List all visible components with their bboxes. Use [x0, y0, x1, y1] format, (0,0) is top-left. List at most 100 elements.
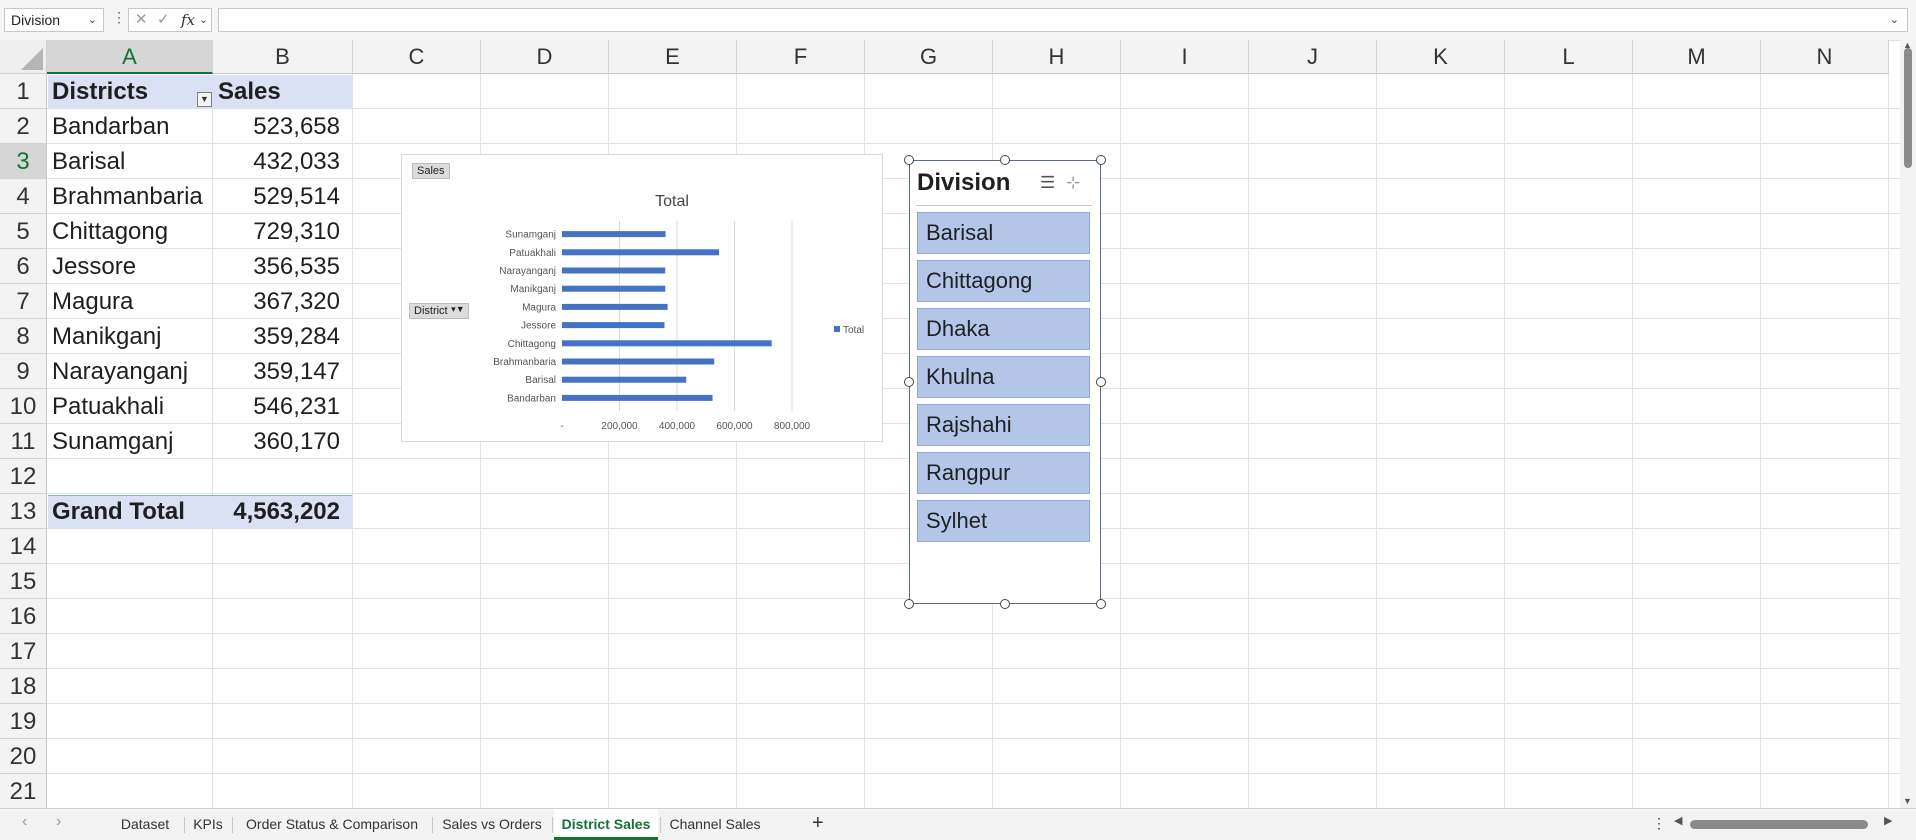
- column-header-e[interactable]: E: [609, 40, 737, 74]
- pivot-chart[interactable]: Sales Total District ▾▼ -200,000 400,000 6…: [401, 154, 883, 442]
- slicer-item-rangpur[interactable]: Rangpur: [917, 452, 1090, 494]
- resize-handle[interactable]: [1096, 599, 1106, 609]
- horizontal-scroll-thumb[interactable]: [1690, 820, 1868, 829]
- column-header-g[interactable]: G: [865, 40, 993, 74]
- resize-handle[interactable]: [1000, 155, 1010, 165]
- column-header-k[interactable]: K: [1377, 40, 1505, 74]
- pivot-sales-cell[interactable]: 529,514: [215, 179, 352, 214]
- select-all-corner[interactable]: [0, 40, 47, 74]
- multi-select-icon[interactable]: ☰: [1040, 173, 1055, 193]
- chevron-down-icon[interactable]: ⌄: [199, 9, 208, 31]
- pivot-sales-cell[interactable]: 523,658: [215, 109, 352, 144]
- pivot-district-cell[interactable]: Patuakhali: [47, 389, 214, 424]
- row-header-10[interactable]: 10: [0, 389, 47, 424]
- column-header-b[interactable]: B: [213, 40, 353, 74]
- next-sheet-icon[interactable]: ›: [56, 813, 61, 831]
- pivot-district-cell[interactable]: Magura: [47, 284, 214, 319]
- column-header-i[interactable]: I: [1121, 40, 1249, 74]
- scroll-down-icon[interactable]: ▼: [1903, 796, 1912, 806]
- pivot-district-cell[interactable]: Manikganj: [47, 319, 214, 354]
- pivot-district-cell[interactable]: Brahmanbaria: [47, 179, 214, 214]
- row-header-8[interactable]: 8: [0, 319, 47, 354]
- resize-handle[interactable]: [1096, 155, 1106, 165]
- row-header-2[interactable]: 2: [0, 109, 47, 144]
- row-header-9[interactable]: 9: [0, 354, 47, 389]
- column-header-a[interactable]: A: [47, 40, 213, 74]
- grand-total-label[interactable]: Grand Total: [47, 494, 214, 529]
- sheet-tab-order-status-comparison[interactable]: Order Status & Comparison: [234, 809, 430, 840]
- pivot-sales-cell[interactable]: 360,170: [215, 424, 352, 459]
- scroll-left-icon[interactable]: ◀: [1674, 814, 1682, 827]
- pivot-district-cell[interactable]: Jessore: [47, 249, 214, 284]
- column-header-m[interactable]: M: [1633, 40, 1761, 74]
- sheet-tab-sales-vs-orders[interactable]: Sales vs Orders: [434, 809, 550, 840]
- resize-handle[interactable]: [1096, 377, 1106, 387]
- sheet-tab-dataset[interactable]: Dataset: [108, 809, 182, 840]
- row-header-6[interactable]: 6: [0, 249, 47, 284]
- name-box[interactable]: Division ⌄: [4, 8, 104, 32]
- row-header-21[interactable]: 21: [0, 774, 47, 808]
- column-header-h[interactable]: H: [993, 40, 1121, 74]
- chevron-down-icon[interactable]: ⌄: [88, 9, 97, 31]
- row-header-7[interactable]: 7: [0, 284, 47, 319]
- clear-filter-icon[interactable]: ⊹: [1066, 173, 1080, 193]
- pivot-district-cell[interactable]: Bandarban: [47, 109, 214, 144]
- pivot-district-cell[interactable]: Barisal: [47, 144, 214, 179]
- row-header-17[interactable]: 17: [0, 634, 47, 669]
- row-header-5[interactable]: 5: [0, 214, 47, 249]
- pivot-sales-cell[interactable]: 359,147: [215, 354, 352, 389]
- row-header-1[interactable]: 1: [0, 74, 47, 109]
- insert-function-button[interactable]: fx: [181, 9, 195, 31]
- add-sheet-button[interactable]: +: [812, 812, 824, 835]
- pivot-header-districts[interactable]: Districts: [47, 74, 214, 109]
- column-header-f[interactable]: F: [737, 40, 865, 74]
- pivot-sales-cell[interactable]: 359,284: [215, 319, 352, 354]
- slicer-item-rajshahi[interactable]: Rajshahi: [917, 404, 1090, 446]
- slicer-item-khulna[interactable]: Khulna: [917, 356, 1090, 398]
- pivot-sales-cell[interactable]: 546,231: [215, 389, 352, 424]
- cancel-icon[interactable]: ✕: [135, 9, 148, 31]
- grand-total-value[interactable]: 4,563,202: [215, 494, 352, 529]
- row-header-11[interactable]: 11: [0, 424, 47, 459]
- row-header-15[interactable]: 15: [0, 564, 47, 599]
- resize-handle[interactable]: [1000, 599, 1010, 609]
- row-header-3[interactable]: 3: [0, 144, 47, 179]
- resize-handle[interactable]: [904, 155, 914, 165]
- column-header-c[interactable]: C: [353, 40, 481, 74]
- division-slicer[interactable]: Division ☰ ⊹ Barisal Chittagong Dhaka Khuln…: [909, 160, 1101, 604]
- pivot-sales-cell[interactable]: 356,535: [215, 249, 352, 284]
- row-header-14[interactable]: 14: [0, 529, 47, 564]
- slicer-item-chittagong[interactable]: Chittagong: [917, 260, 1090, 302]
- vertical-scrollbar[interactable]: ▲ ▼: [1900, 40, 1916, 808]
- pivot-district-cell[interactable]: Sunamganj: [47, 424, 214, 459]
- slicer-item-barisal[interactable]: Barisal: [917, 212, 1090, 254]
- scroll-right-icon[interactable]: ▶: [1884, 814, 1892, 827]
- pivot-district-cell[interactable]: Chittagong: [47, 214, 214, 249]
- resize-handle[interactable]: [904, 377, 914, 387]
- row-header-20[interactable]: 20: [0, 739, 47, 774]
- more-options-icon[interactable]: ⋮: [112, 9, 126, 26]
- column-header-j[interactable]: J: [1249, 40, 1377, 74]
- row-header-4[interactable]: 4: [0, 179, 47, 214]
- column-header-n[interactable]: N: [1761, 40, 1889, 74]
- row-header-16[interactable]: 16: [0, 599, 47, 634]
- column-header-l[interactable]: L: [1505, 40, 1633, 74]
- expand-formula-icon[interactable]: ⌄: [1890, 13, 1899, 26]
- pivot-sales-cell[interactable]: 432,033: [215, 144, 352, 179]
- row-header-12[interactable]: 12: [0, 459, 47, 494]
- row-header-19[interactable]: 19: [0, 704, 47, 739]
- pivot-sales-cell[interactable]: 729,310: [215, 214, 352, 249]
- sheet-tab-channel-sales[interactable]: Channel Sales: [662, 809, 768, 840]
- resize-handle[interactable]: [904, 599, 914, 609]
- row-header-18[interactable]: 18: [0, 669, 47, 704]
- pivot-district-cell[interactable]: Narayanganj: [47, 354, 214, 389]
- slicer-item-sylhet[interactable]: Sylhet: [917, 500, 1090, 542]
- enter-icon[interactable]: ✓: [157, 9, 170, 31]
- sheet-tab-kpis[interactable]: KPIs: [186, 809, 230, 840]
- formula-input[interactable]: ⌄: [218, 8, 1908, 32]
- vertical-scroll-thumb[interactable]: [1904, 48, 1912, 168]
- filter-dropdown-icon[interactable]: ▼: [197, 92, 212, 107]
- row-header-13[interactable]: 13: [0, 494, 47, 529]
- slicer-item-dhaka[interactable]: Dhaka: [917, 308, 1090, 350]
- sheet-tab-district-sales[interactable]: District Sales: [554, 809, 658, 840]
